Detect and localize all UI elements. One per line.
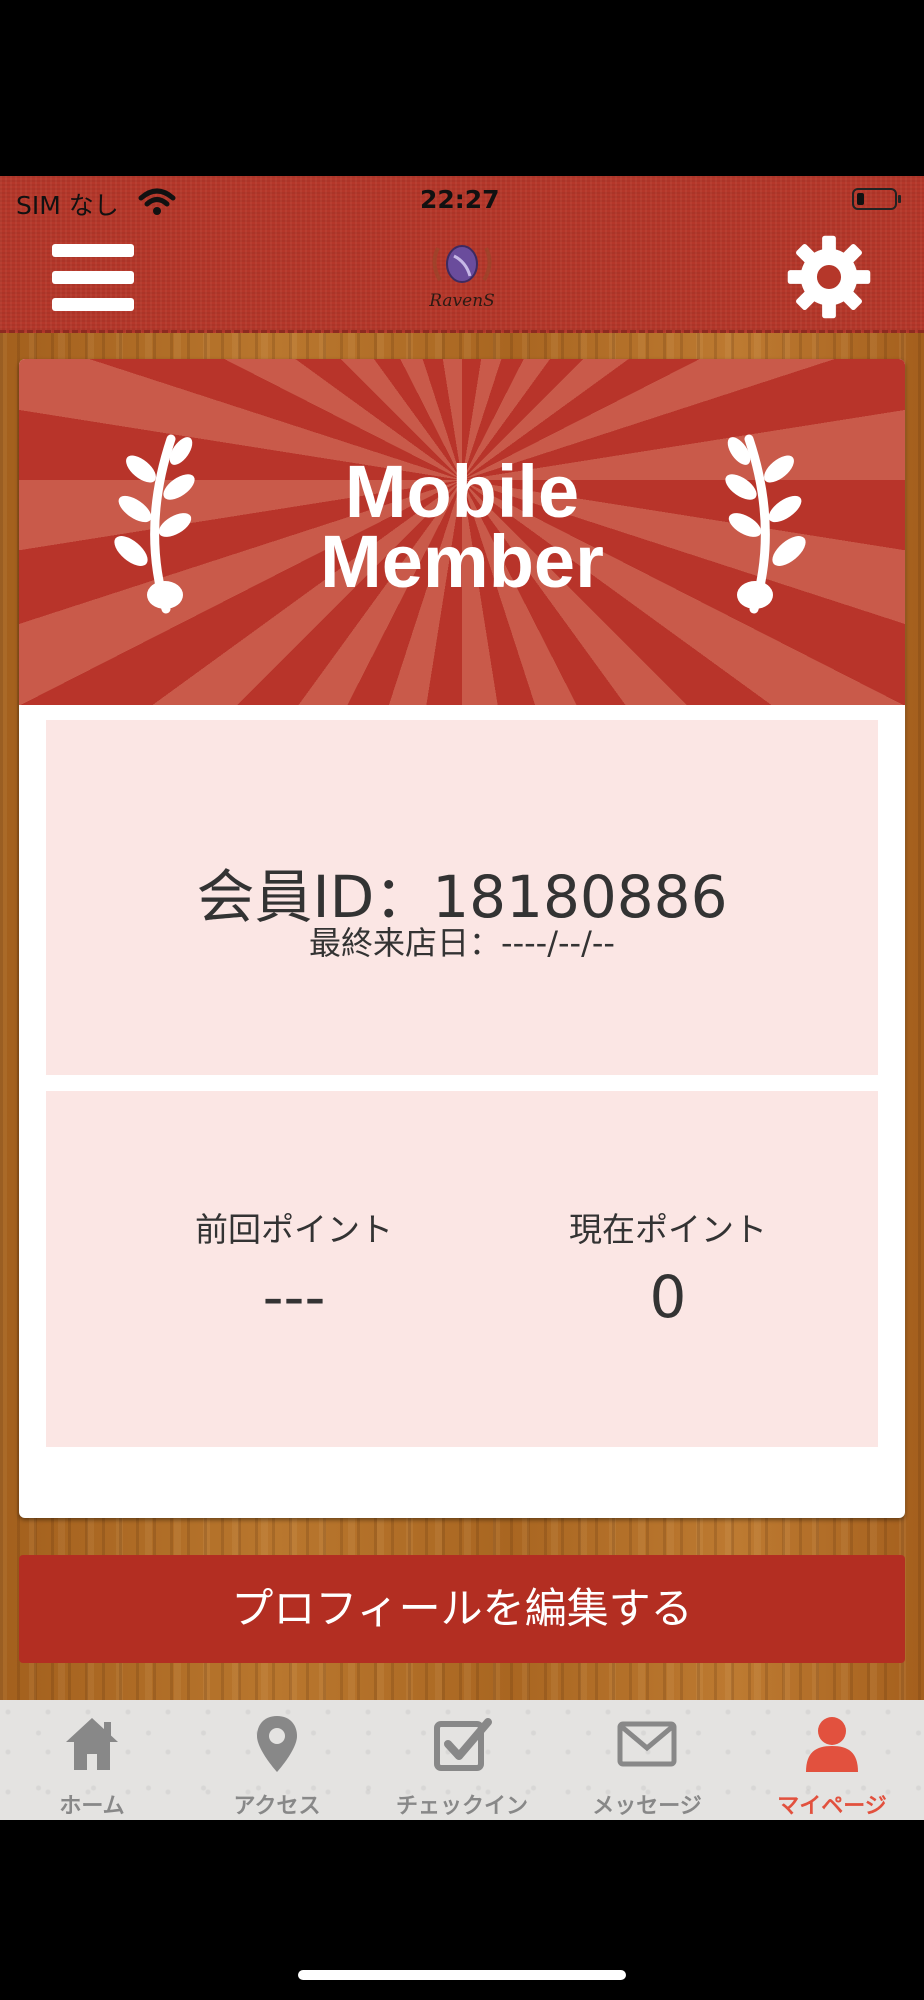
svg-text:RavenS: RavenS	[428, 291, 495, 311]
wifi-icon	[138, 188, 176, 215]
member-banner: Mobile Member	[19, 359, 905, 705]
tab-access[interactable]: アクセス	[185, 1700, 369, 1820]
gear-icon[interactable]	[786, 234, 872, 320]
tab-label-mypage: マイページ	[777, 1794, 887, 1819]
tab-label-message: メッセージ	[592, 1794, 702, 1819]
person-icon	[806, 1717, 858, 1772]
app-header: SIM なし 22:27 RavenS	[0, 176, 924, 333]
tab-bar: ホーム アクセス チェックイン メッセージ マイページ	[0, 1700, 924, 1820]
tab-message[interactable]: メッセージ	[555, 1700, 739, 1820]
carrier-label: SIM なし	[16, 191, 119, 220]
points-panel: 前回ポイント --- 現在ポイント 0	[46, 1091, 878, 1447]
laurel-right-icon	[725, 434, 806, 614]
tab-label-access: アクセス	[233, 1794, 321, 1819]
map-pin-icon	[257, 1716, 297, 1772]
home-icon	[66, 1718, 118, 1770]
current-points-label: 現在ポイント	[569, 1210, 767, 1249]
tab-label-home: ホーム	[59, 1794, 125, 1819]
checkbox-icon	[434, 1718, 492, 1771]
ravens-logo: RavenS	[428, 245, 495, 311]
hamburger-menu-icon[interactable]	[52, 244, 134, 312]
last-visit-date: 最終来店日：----/--/--	[309, 924, 615, 962]
previous-points-label: 前回ポイント	[195, 1210, 393, 1249]
current-points-value: 0	[649, 1263, 687, 1331]
previous-points-value: ---	[262, 1263, 326, 1331]
member-info-panel: 会員ID：18180886 最終来店日：----/--/--	[46, 720, 878, 1075]
home-indicator[interactable]	[298, 1970, 626, 1980]
tab-mypage[interactable]: マイページ	[740, 1700, 924, 1820]
edit-profile-button[interactable]: プロフィールを編集する	[19, 1555, 905, 1663]
battery-icon	[852, 188, 901, 210]
tab-label-checkin: チェックイン	[395, 1794, 528, 1819]
envelope-icon	[617, 1721, 677, 1767]
screen: SIM なし 22:27 RavenS Mobile Member 会員ID：1…	[0, 0, 924, 2000]
tab-checkin[interactable]: チェックイン	[370, 1700, 554, 1820]
member-card: Mobile Member 会員ID：18180886 最終来店日：----/-…	[19, 359, 905, 1518]
clock: 22:27	[420, 185, 500, 214]
tab-home[interactable]: ホーム	[0, 1700, 184, 1820]
